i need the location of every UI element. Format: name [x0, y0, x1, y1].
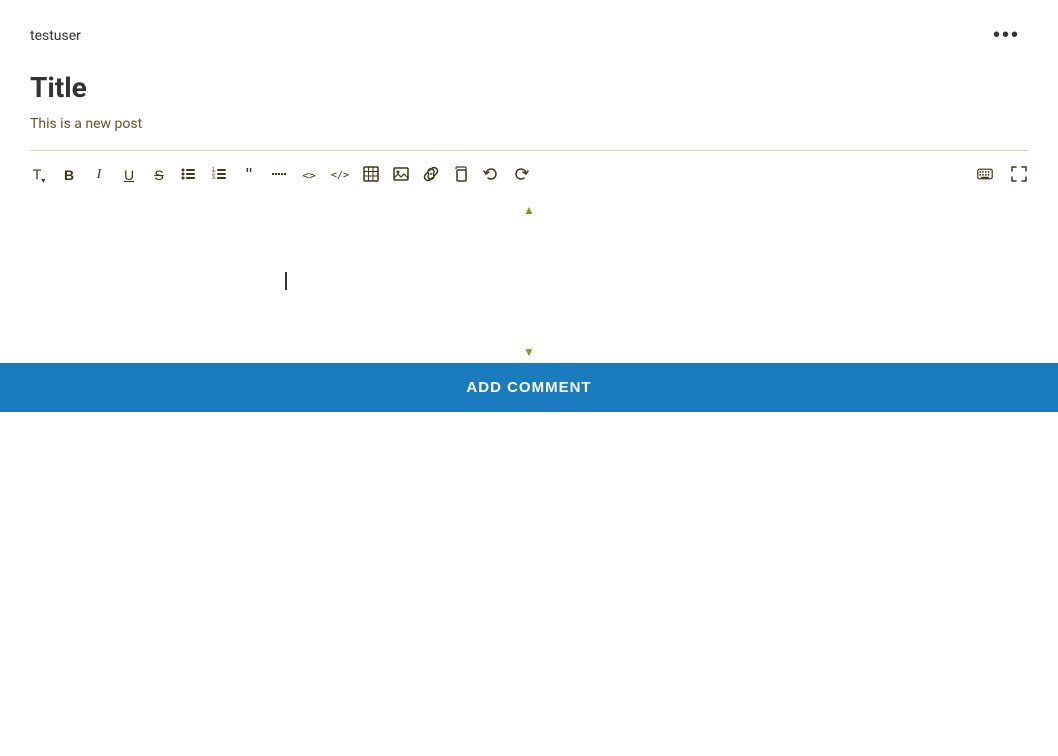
bullet-list-button[interactable]	[175, 161, 203, 189]
blockquote-icon: "	[246, 166, 252, 184]
toolbar-right-group	[971, 161, 1033, 189]
horizontal-rule-icon	[271, 166, 287, 185]
collapse-arrow-up[interactable]: ▲	[0, 199, 1058, 221]
image-icon	[393, 166, 409, 185]
svg-text:3.: 3.	[212, 175, 216, 181]
post-body: This is a new post	[30, 114, 1028, 135]
table-icon	[363, 166, 379, 185]
editor-area[interactable]	[0, 221, 1058, 341]
numbered-list-icon: 1.2.3.	[211, 166, 227, 185]
add-comment-button[interactable]: ADD COMMENT	[0, 363, 1058, 412]
image-button[interactable]	[387, 161, 415, 189]
bullet-list-icon	[181, 166, 197, 185]
inline-code-button[interactable]: <>	[295, 161, 323, 189]
numbered-list-button[interactable]: 1.2.3.	[205, 161, 233, 189]
inline-code-icon: <>	[302, 169, 315, 182]
username: testuser	[30, 28, 81, 44]
more-menu-button[interactable]: •••	[985, 20, 1028, 51]
strikethrough-icon: S	[154, 167, 163, 183]
link-icon	[423, 166, 439, 185]
keyboard-icon	[977, 166, 993, 185]
post-content: Title This is a new post	[0, 61, 1058, 150]
link-button[interactable]	[417, 161, 445, 189]
text-style-button[interactable]: T▾	[25, 161, 53, 189]
italic-icon: I	[97, 167, 102, 183]
blockquote-button[interactable]: "	[235, 161, 263, 189]
editor-toolbar: T▾ B I U S 1.2.3. "	[0, 151, 1058, 199]
strikethrough-button[interactable]: S	[145, 161, 173, 189]
redo-button[interactable]	[507, 161, 535, 189]
bold-button[interactable]: B	[55, 161, 83, 189]
underline-button[interactable]: U	[115, 161, 143, 189]
post-title: Title	[30, 71, 1028, 104]
undo-icon	[483, 166, 499, 185]
keyboard-button[interactable]	[971, 161, 999, 189]
horizontal-rule-button[interactable]	[265, 161, 293, 189]
code-block-button[interactable]: </>	[325, 161, 355, 189]
copy-button[interactable]	[447, 161, 475, 189]
fullscreen-icon	[1011, 166, 1027, 185]
redo-icon	[513, 166, 529, 185]
bold-icon: B	[64, 167, 74, 183]
up-arrow-icon[interactable]: ▲	[523, 203, 535, 217]
page-container: testuser ••• Title This is a new post T▾…	[0, 0, 1058, 756]
header: testuser •••	[0, 0, 1058, 61]
undo-button[interactable]	[477, 161, 505, 189]
copy-icon	[453, 166, 469, 185]
italic-button[interactable]: I	[85, 161, 113, 189]
collapse-arrow-down[interactable]: ▼	[0, 341, 1058, 363]
down-arrow-icon[interactable]: ▼	[523, 345, 535, 359]
text-style-icon: T▾	[33, 166, 46, 185]
more-menu-icon: •••	[993, 24, 1020, 46]
fullscreen-button[interactable]	[1005, 161, 1033, 189]
text-cursor	[285, 272, 287, 290]
code-block-icon: </>	[331, 170, 349, 181]
underline-icon: U	[124, 167, 134, 183]
table-button[interactable]	[357, 161, 385, 189]
